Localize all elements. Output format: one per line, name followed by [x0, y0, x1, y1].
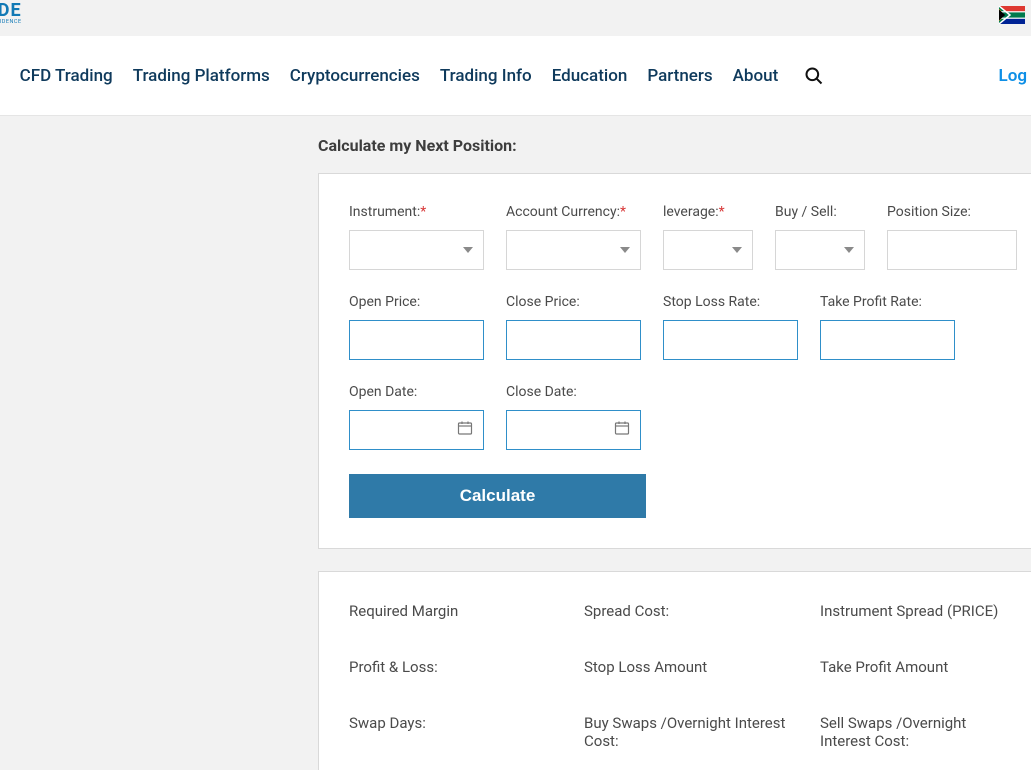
topbar: TRADE TH CONFIDENCE — [0, 0, 1031, 36]
nav-item-partners[interactable]: Partners — [647, 66, 712, 86]
position-size-input[interactable] — [887, 230, 1017, 270]
result-instrument-spread: Instrument Spread (PRICE) — [820, 602, 1031, 620]
chevron-down-icon — [732, 247, 742, 253]
stop-loss-rate-label: Stop Loss Rate: — [663, 294, 798, 310]
calendar-icon — [614, 420, 630, 440]
account-currency-select[interactable] — [506, 230, 641, 270]
search-icon[interactable] — [804, 66, 824, 86]
instrument-label: Instrument:* — [349, 204, 484, 220]
take-profit-rate-input[interactable] — [820, 320, 955, 360]
results-panel: Required Margin Spread Cost: Instrument … — [318, 571, 1031, 770]
nav-item-cryptocurrencies[interactable]: Cryptocurrencies — [290, 66, 420, 86]
calculator-form: Instrument:* Account Currency:* leverage… — [318, 173, 1031, 549]
open-price-label: Open Price: — [349, 294, 484, 310]
chevron-down-icon — [844, 247, 854, 253]
result-take-profit-amount: Take Profit Amount — [820, 658, 1031, 676]
position-size-label: Position Size: — [887, 204, 1031, 220]
result-stop-loss-amount: Stop Loss Amount — [584, 658, 820, 676]
nav-item-education[interactable]: Education — [552, 66, 628, 86]
buy-sell-label: Buy / Sell: — [775, 204, 865, 220]
brand-name: TRADE — [0, 2, 22, 20]
leverage-label: leverage:* — [663, 204, 753, 220]
open-price-input[interactable] — [349, 320, 484, 360]
stop-loss-rate-input[interactable] — [663, 320, 798, 360]
result-spread-cost: Spread Cost: — [584, 602, 820, 620]
nav-item-trading-info[interactable]: Trading Info — [440, 66, 532, 86]
chevron-down-icon — [620, 247, 630, 253]
result-buy-swaps: Buy Swaps /Overnight Interest Cost: — [584, 714, 820, 750]
nav-item-cfd-trading[interactable]: CFD Trading — [20, 66, 113, 86]
close-price-label: Close Price: — [506, 294, 641, 310]
brand-tagline: TH CONFIDENCE — [0, 20, 22, 26]
nav-item-trading-platforms[interactable]: Trading Platforms — [133, 66, 270, 86]
result-sell-swaps: Sell Swaps /Overnight Interest Cost: — [820, 714, 1031, 750]
leverage-select[interactable] — [663, 230, 753, 270]
result-swap-days: Swap Days: — [349, 714, 584, 750]
calculate-button[interactable]: Calculate — [349, 474, 646, 518]
brand-logo[interactable]: TRADE TH CONFIDENCE — [0, 2, 22, 26]
take-profit-rate-label: Take Profit Rate: — [820, 294, 955, 310]
result-profit-loss: Profit & Loss: — [349, 658, 584, 676]
nav-item-about[interactable]: About — [733, 66, 779, 86]
close-price-input[interactable] — [506, 320, 641, 360]
login-link[interactable]: Log — [999, 66, 1027, 86]
country-flag-icon[interactable] — [999, 6, 1025, 28]
close-date-input[interactable] — [506, 410, 641, 450]
open-date-input[interactable] — [349, 410, 484, 450]
buy-sell-select[interactable] — [775, 230, 865, 270]
close-date-label: Close Date: — [506, 384, 641, 400]
page-title: Calculate my Next Position: — [318, 136, 1031, 155]
result-required-margin: Required Margin — [349, 602, 584, 620]
main-nav: g CFD Trading Trading Platforms Cryptocu… — [0, 36, 1031, 116]
account-currency-label: Account Currency:* — [506, 204, 641, 220]
open-date-label: Open Date: — [349, 384, 484, 400]
chevron-down-icon — [463, 247, 473, 253]
calendar-icon — [457, 420, 473, 440]
instrument-select[interactable] — [349, 230, 484, 270]
